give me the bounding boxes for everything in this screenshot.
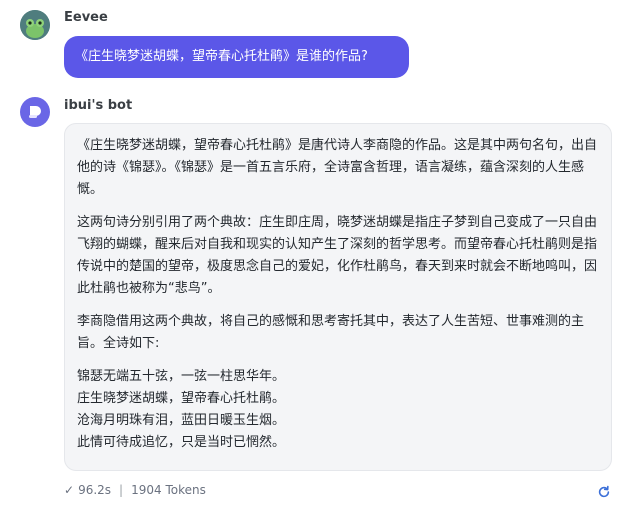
separator: |: [119, 483, 124, 497]
poem: 锦瑟无端五十弦，一弦一柱思华年。 庄生晓梦迷胡蝶，望帝春心托杜鹃。 沧海月明珠有…: [77, 366, 598, 454]
bot-paragraph-3: 李商隐借用这两个典故，将自己的感慨和思考寄托其中，表达了人生苦短、世事难测的主旨…: [77, 314, 585, 351]
user-message-bubble: 《庄生晓梦迷胡蝶，望帝春心托杜鹃》是谁的作品?: [64, 36, 409, 78]
poem-line: 锦瑟无端五十弦，一弦一柱思华年。: [77, 369, 286, 384]
response-time: 96.2s: [78, 483, 112, 497]
check-icon: ✓: [64, 483, 75, 497]
user-avatar: [20, 10, 50, 40]
bot-message-bubble: 《庄生晓梦迷胡蝶，望帝春心托杜鹃》是唐代诗人李商隐的作品。这是其中两句名句，出自…: [64, 123, 612, 471]
token-count: 1904 Tokens: [131, 483, 206, 497]
poem-line: 庄生晓梦迷胡蝶，望帝春心托杜鹃。: [77, 391, 286, 406]
bot-paragraph-1: 《庄生晓梦迷胡蝶，望帝春心托杜鹃》是唐代诗人李商隐的作品。这是其中两句名句，出自…: [77, 138, 598, 197]
bot-paragraph-2: 这两句诗分别引用了两个典故：庄生即庄周，晓梦迷胡蝶是指庄子梦到自己变成了一只自由…: [77, 215, 598, 296]
bot-name: ibui's bot: [64, 98, 133, 113]
bot-avatar: [20, 97, 50, 127]
frog-avatar-icon: [20, 10, 50, 40]
bot-logo-icon: [29, 106, 41, 118]
user-name: Eevee: [64, 10, 108, 25]
message-meta: ✓ 96.2s | 1904 Tokens: [64, 483, 206, 497]
poem-line: 此情可待成追忆，只是当时已惘然。: [77, 435, 286, 450]
poem-line: 沧海月明珠有泪，蓝田日暖玉生烟。: [77, 413, 286, 428]
refresh-icon[interactable]: [597, 485, 611, 499]
